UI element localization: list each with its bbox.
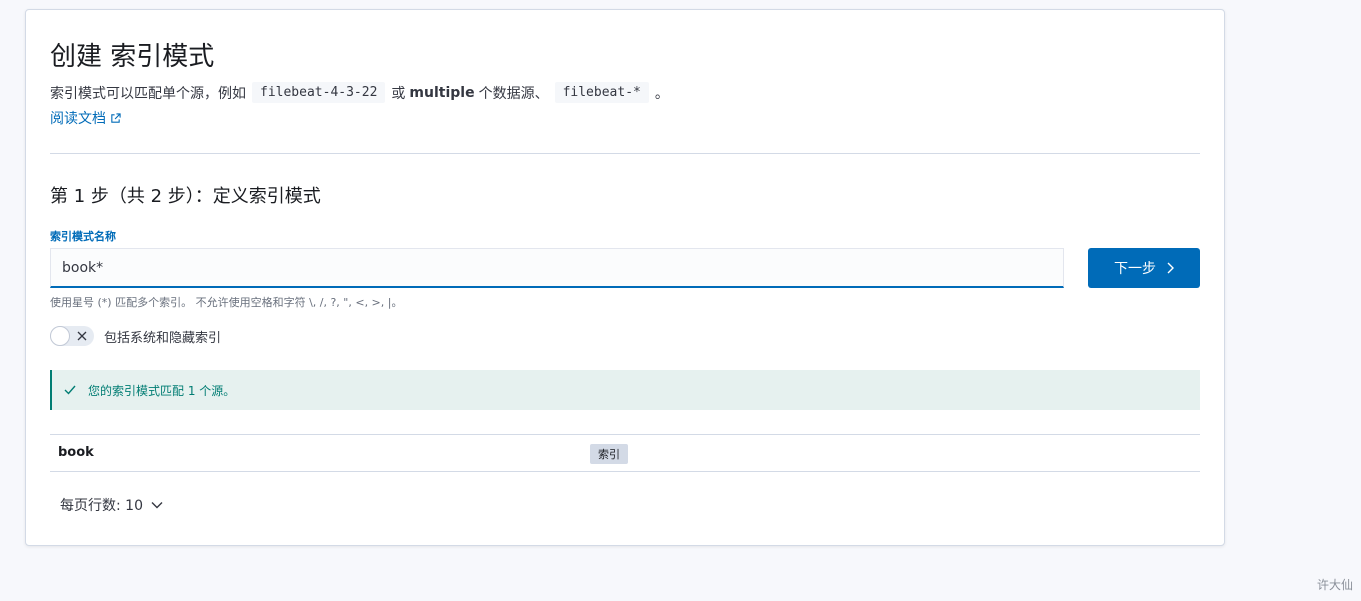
index-type-badge: 索引 [590, 444, 628, 464]
switch-knob [50, 326, 70, 346]
description-middle-2: 个数据源、 [478, 85, 549, 102]
rows-per-page-label: 每页行数: 10 [60, 498, 143, 514]
next-step-label: 下一步 [1114, 261, 1156, 277]
match-success-text: 您的索引模式匹配 1 个源。 [88, 383, 236, 398]
match-success-callout: 您的索引模式匹配 1 个源。 [50, 370, 1200, 410]
include-system-indices-switch[interactable] [50, 326, 94, 346]
description-middle-1: 或 [391, 85, 406, 102]
rows-per-page-button[interactable]: 每页行数: 10 [60, 495, 163, 515]
chevron-right-icon [1167, 262, 1174, 274]
page-description: 索引模式可以匹配单个源，例如 filebeat-4-3-22 或 multipl… [50, 82, 669, 103]
chevron-down-icon [151, 502, 163, 509]
example-multi-code: filebeat-* [554, 82, 649, 103]
next-step-button[interactable]: 下一步 [1088, 248, 1200, 288]
index-pattern-name-input[interactable] [50, 248, 1064, 288]
page-title: 创建 索引模式 [50, 42, 215, 72]
index-pattern-help-text: 使用星号 (*) 匹配多个索引。 不允许使用空格和字符 \, /, ?, ", … [50, 296, 403, 309]
description-bold: multiple [409, 84, 475, 101]
table-row: book 索引 [50, 435, 1200, 472]
index-pattern-name-label: 索引模式名称 [50, 230, 116, 243]
include-system-indices-label: 包括系统和隐藏索引 [104, 330, 222, 346]
section-divider [50, 153, 1200, 154]
example-single-code: filebeat-4-3-22 [252, 82, 386, 103]
include-system-indices-row: 包括系统和隐藏索引 [50, 326, 221, 346]
check-icon [64, 385, 76, 395]
read-docs-label: 阅读文档 [50, 111, 106, 127]
description-prefix: 索引模式可以匹配单个源，例如 [50, 85, 246, 102]
close-icon [77, 331, 87, 341]
description-suffix: 。 [654, 85, 669, 102]
watermark: 许大仙 [1316, 578, 1353, 592]
read-docs-link[interactable]: 阅读文档 [50, 108, 121, 128]
step-title: 第 1 步（共 2 步）：定义索引模式 [50, 186, 321, 207]
create-index-pattern-panel: 创建 索引模式 索引模式可以匹配单个源，例如 filebeat-4-3-22 或… [25, 9, 1225, 546]
index-name-cell: book [58, 445, 94, 460]
external-link-icon [111, 112, 121, 123]
